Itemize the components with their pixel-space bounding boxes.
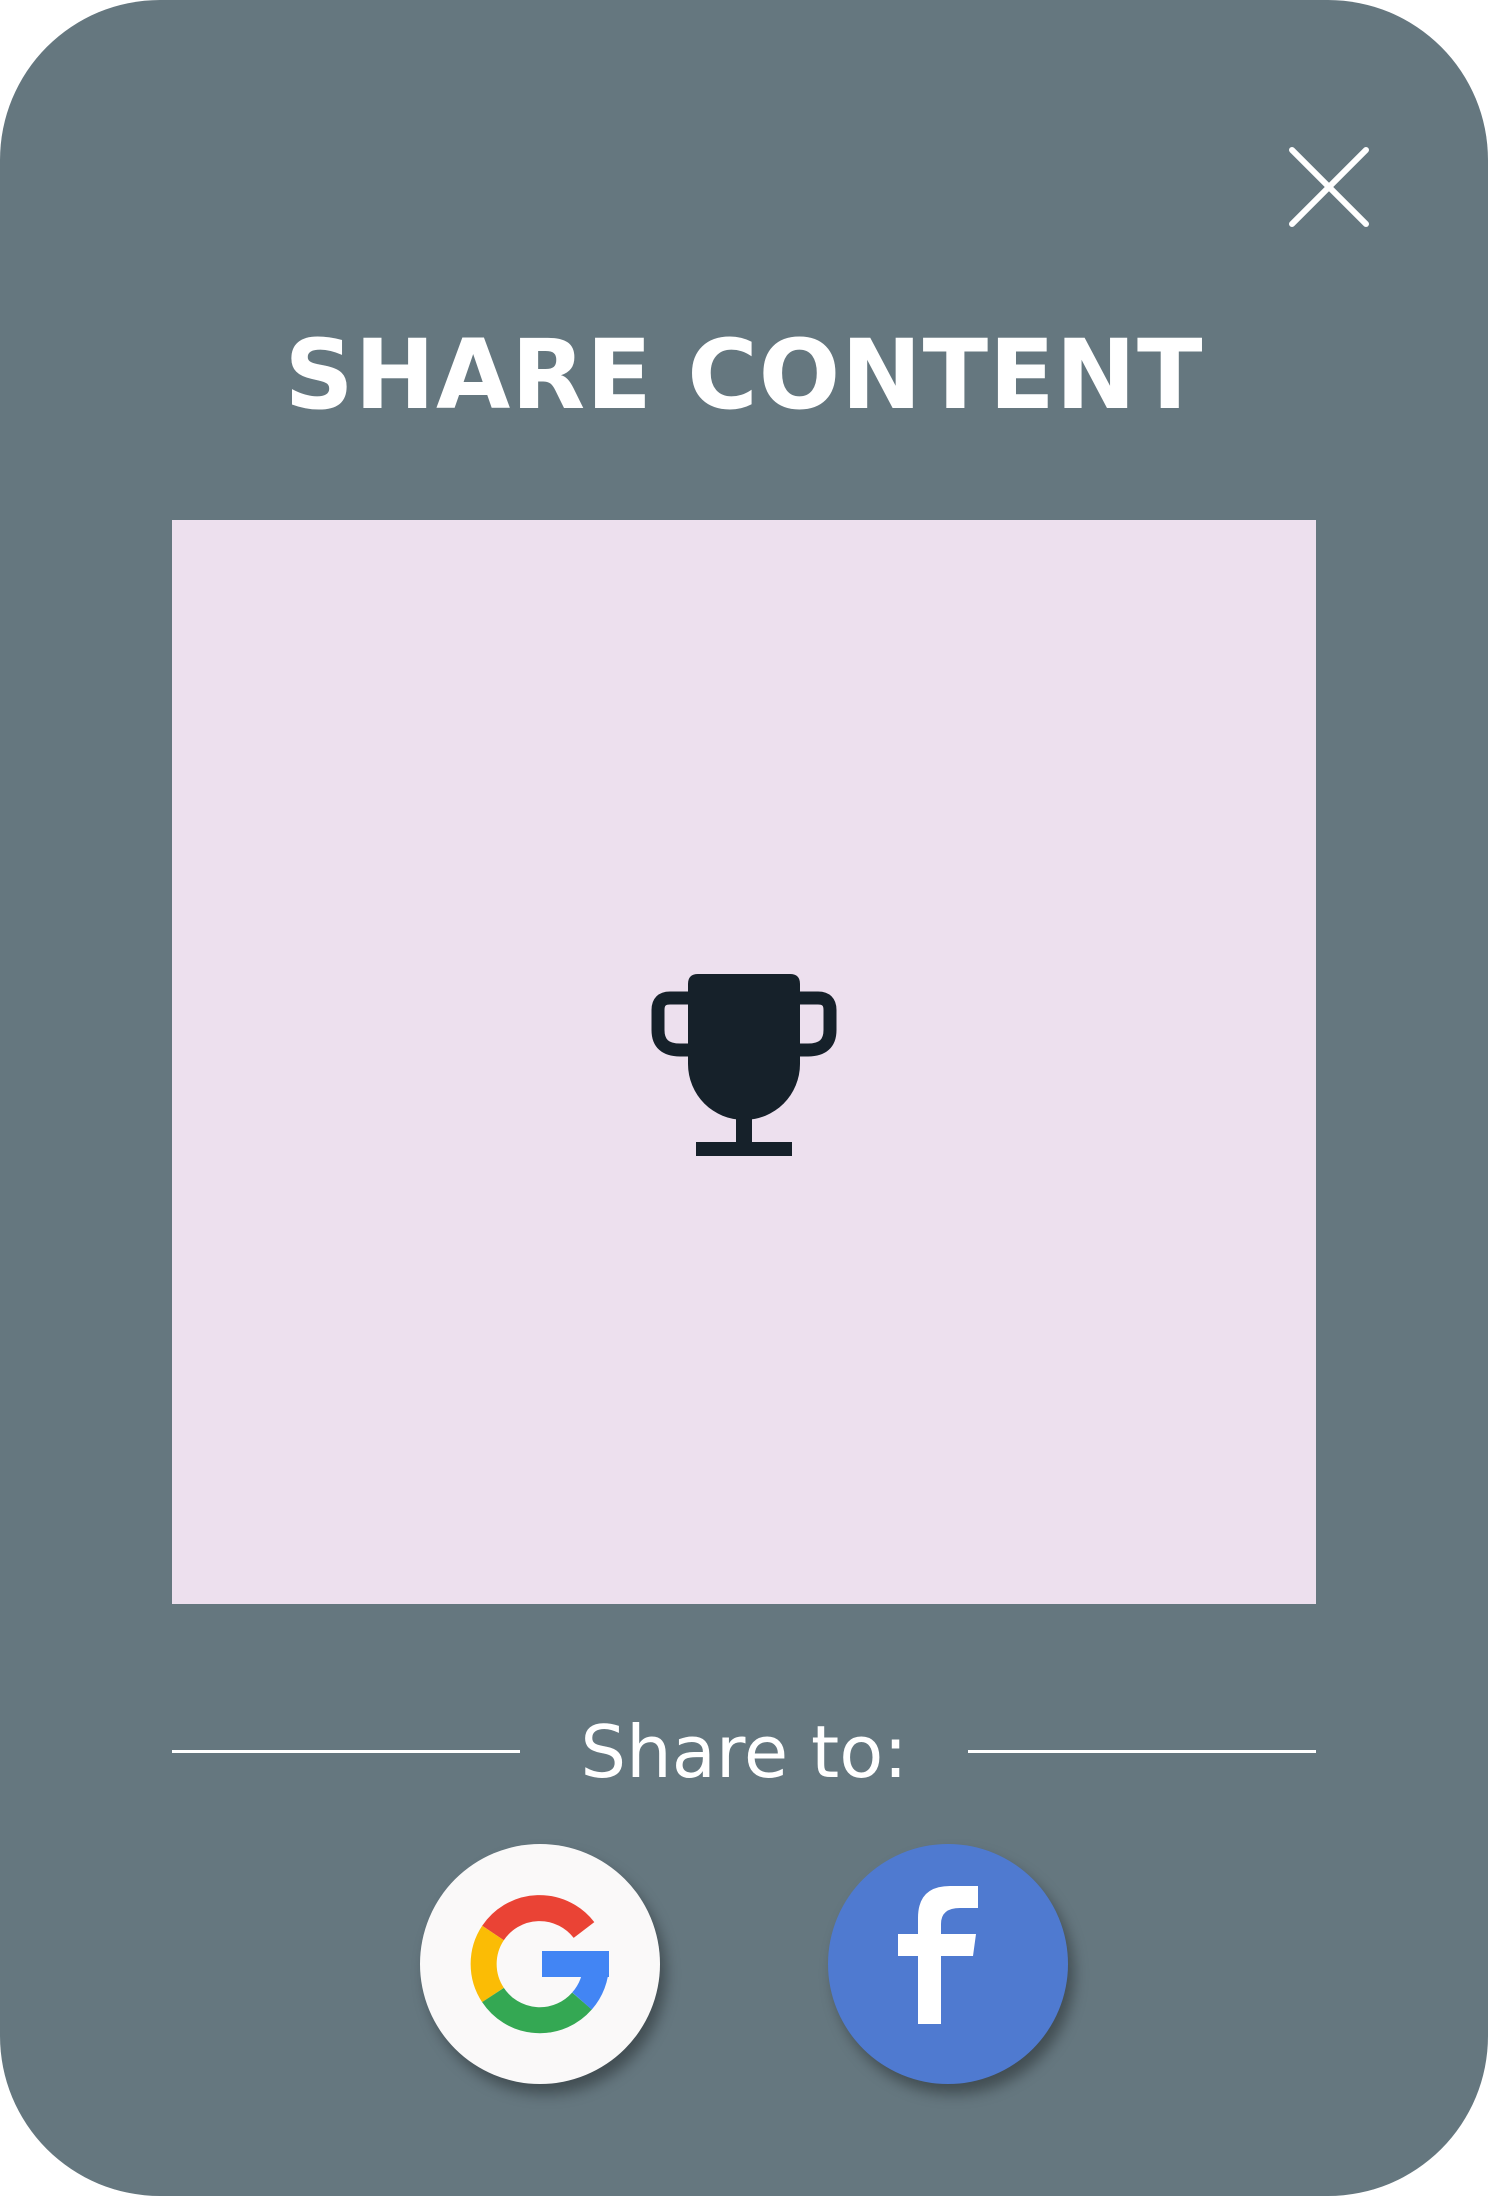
trophy-icon xyxy=(648,968,840,1160)
share-to-label: Share to: xyxy=(580,1710,908,1794)
divider-left xyxy=(172,1750,520,1753)
divider-right xyxy=(968,1750,1316,1753)
dialog-title: SHARE CONTENT xyxy=(284,319,1204,431)
close-icon xyxy=(1289,147,1369,227)
google-icon xyxy=(470,1895,609,2034)
share-facebook-button[interactable] xyxy=(828,1844,1068,2084)
facebook-icon xyxy=(898,1886,978,2024)
share-google-button[interactable] xyxy=(420,1844,660,2084)
close-button[interactable] xyxy=(1276,140,1376,240)
share-dialog: SHARE CONTENT Share to: xyxy=(0,0,1488,2196)
